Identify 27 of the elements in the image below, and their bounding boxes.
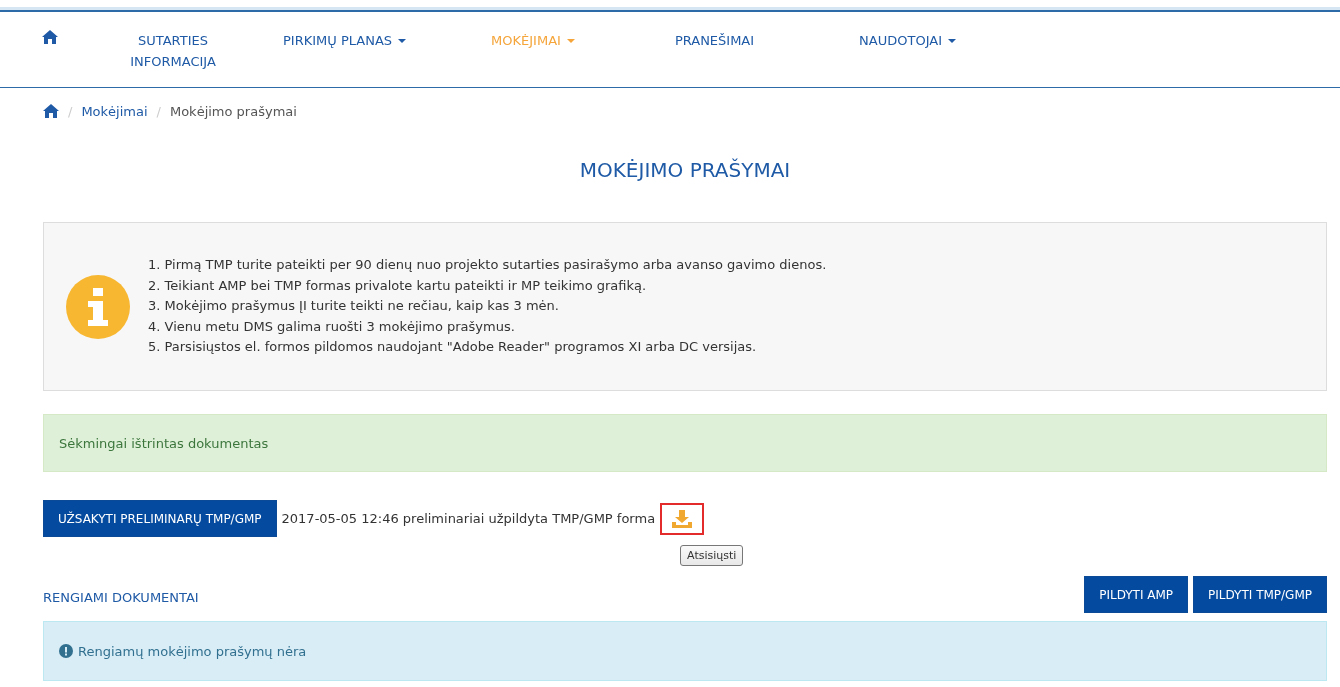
exclamation-icon (59, 644, 73, 658)
download-icon[interactable] (660, 502, 705, 535)
fill-button[interactable]: PILDYTI TMP/GMP (1193, 576, 1327, 613)
fill-button[interactable]: PILDYTI AMP (1084, 576, 1189, 613)
home-icon[interactable] (42, 30, 58, 44)
home-icon[interactable] (43, 104, 59, 118)
form-note: 2017-05-05 12:46 preliminariai užpildyta TMP/GMP forma (281, 511, 656, 526)
nav-link[interactable]: PRANEŠIMAI (674, 30, 755, 51)
success-alert: Sėkmingai ištrintas dokumentas (43, 414, 1327, 472)
breadcrumb-separator: / (68, 103, 73, 119)
page-title: MOKĖJIMO PRAŠYMAI (578, 157, 792, 184)
info-icon (66, 274, 130, 339)
breadcrumb-separator: / (156, 103, 161, 119)
tooltip: Atsisiųsti (680, 544, 744, 566)
breadcrumb-current: Mokėjimo prašymai (169, 103, 297, 119)
order-button[interactable]: UŽSAKYTI PRELIMINARŲ TMP/GMP (43, 500, 277, 537)
section-title: RENGIAMI DOKUMENTAI (43, 590, 199, 607)
info-text: 1. Pirmą TMP turite pateikti per 90 dienų nuo projekto sutarties pasirašymo arba avanso gavimo dienos. (148, 256, 827, 275)
info-text: 3. Mokėjimo prašymus ĮI turite teikti ne rečiau, kaip kas 3 mėn. (148, 297, 560, 316)
nav-link[interactable]: PIRKIMŲ PLANAS (283, 30, 407, 51)
breadcrumb-link[interactable]: Mokėjimai (81, 103, 148, 119)
info-alert-text: Rengiamų mokėjimo prašymų nėra (78, 643, 307, 659)
info-text: 4. Vienu metu DMS galima ruošti 3 mokėjimo prašymus. (148, 317, 516, 336)
nav-link[interactable]: NAUDOTOJAI (859, 30, 956, 51)
info-text: 5. Parsisiųstos el. formos pildomos naudojant "Adobe Reader" programos XI arba DC versijas. (148, 338, 758, 357)
info-text: 2. Teikiant AMP bei TMP formas privalote kartu pateikti ir MP teikimo grafiką. (148, 276, 648, 295)
nav-link[interactable]: SUTARTIES INFORMACIJA (113, 30, 233, 72)
